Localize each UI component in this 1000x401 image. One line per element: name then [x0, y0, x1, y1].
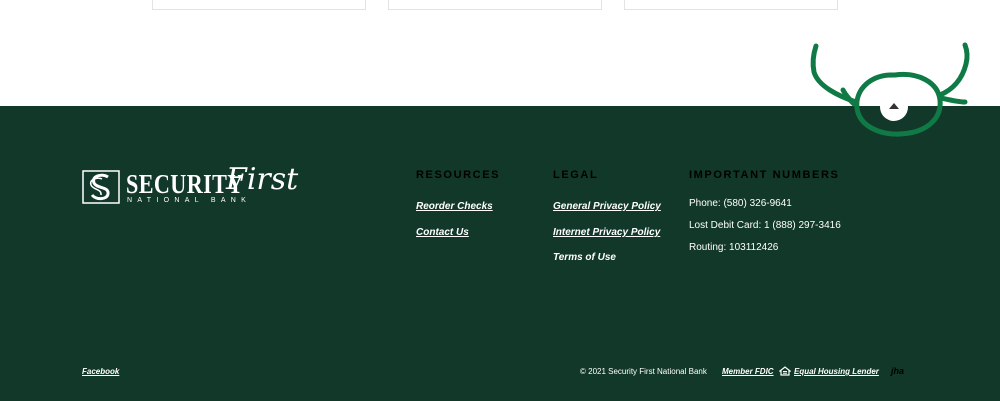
site-footer [0, 106, 1000, 401]
logo-script: First [226, 162, 299, 197]
card-2 [388, 0, 602, 10]
terms-of-use-link[interactable]: Terms of Use [553, 252, 616, 263]
equal-housing-lender-link[interactable]: Equal Housing Lender [794, 367, 879, 376]
logo-subtitle: NATIONAL BANK [127, 197, 252, 204]
lost-debit-card-number: Lost Debit Card: 1 (888) 297-3416 [689, 220, 841, 231]
internet-privacy-link[interactable]: Internet Privacy Policy [553, 227, 660, 238]
content-area [0, 0, 1000, 106]
ss-emblem-icon [82, 170, 120, 204]
resources-heading: RESOURCES [416, 169, 501, 181]
back-to-top-button[interactable] [880, 93, 908, 121]
card-1 [152, 0, 366, 10]
bank-logo[interactable]: SECURITY First NATIONAL BANK [82, 162, 298, 208]
jha-logo: jha [891, 366, 905, 376]
member-fdic-link[interactable]: Member FDIC [722, 367, 774, 376]
reorder-checks-link[interactable]: Reorder Checks [416, 201, 493, 212]
card-3 [624, 0, 838, 10]
house-icon [779, 366, 791, 376]
phone-number: Phone: (580) 326-9641 [689, 198, 792, 209]
contact-us-link[interactable]: Contact Us [416, 227, 469, 238]
legal-heading: LEGAL [553, 169, 599, 181]
routing-number: Routing: 103112426 [689, 242, 779, 253]
facebook-link[interactable]: Facebook [82, 367, 119, 376]
important-numbers-heading: IMPORTANT NUMBERS [689, 169, 840, 181]
chevron-up-icon [889, 103, 899, 109]
general-privacy-link[interactable]: General Privacy Policy [553, 201, 661, 212]
copyright-text: © 2021 Security First National Bank [580, 367, 707, 376]
